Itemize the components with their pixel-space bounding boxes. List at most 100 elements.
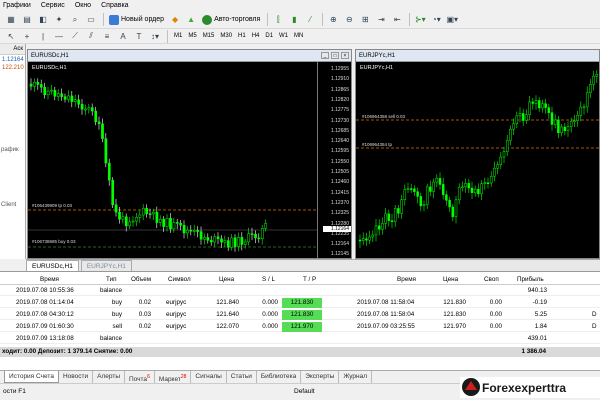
candle [473, 188, 477, 193]
table-row[interactable]: 2019.07.08 10:55:36 balance 940.13 [0, 286, 600, 296]
tab-terminal-8[interactable]: Эксперты [301, 371, 340, 383]
col-header-symbol[interactable]: Символ [168, 275, 191, 285]
cursor-icon[interactable]: ↖ [4, 29, 18, 43]
ask-value[interactable]: 1.12164 [0, 55, 25, 65]
tab-terminal-6[interactable]: Статьи [227, 371, 257, 383]
signals-icon[interactable]: ▲ [184, 13, 198, 27]
timeframe-m5[interactable]: M5 [185, 31, 199, 42]
tab-terminal-0[interactable]: История Счета [4, 371, 59, 383]
candle [358, 239, 362, 242]
candlestick-icon[interactable]: ▮ [287, 13, 301, 27]
cell-extra [592, 286, 600, 296]
label-icon[interactable]: T [132, 29, 146, 43]
maximize-button[interactable]: □ [331, 52, 339, 59]
col-header-profit[interactable]: Прибыль [517, 275, 544, 285]
tab-chart-eurusd[interactable]: EURUSDc,H1 [26, 260, 79, 271]
col-header-close-time[interactable]: Время [397, 275, 416, 285]
close-button[interactable]: × [341, 52, 349, 59]
cell-tp [282, 334, 322, 344]
col-header-volume[interactable]: Объем [131, 275, 151, 285]
tab-terminal-2[interactable]: Алерты [93, 371, 125, 383]
menu-window[interactable]: Окно [75, 2, 91, 9]
cell-profit: -0.19 [532, 299, 547, 306]
data-window-icon[interactable]: ⌕ [68, 13, 82, 27]
table-row[interactable]: 2019.07.08 01:14:04 buy 0.02 eurjpyc 121.840… [0, 298, 600, 308]
cell-type: buy [111, 311, 122, 318]
tab-terminal-1[interactable]: Новости [59, 371, 94, 383]
col-header-price[interactable]: Цена [219, 275, 234, 285]
menu-help[interactable]: Справка [101, 2, 128, 9]
menu-charts[interactable]: Графики [3, 2, 31, 9]
col-header-close-price[interactable]: Цена [443, 275, 458, 285]
chart-window-eurusd[interactable]: EURUSDc,H1 _ □ × EURUSDc,H1 #106439909 t… [27, 49, 352, 259]
terminal-app: Графики Сервис Окно Справка ▦ ▤ ◧ ✦ ⌕ ▭ … [0, 0, 600, 400]
timeframe-m30[interactable]: M30 [217, 31, 235, 42]
trendline-icon[interactable]: ⟋ [68, 29, 82, 43]
timeframe-h1[interactable]: H1 [235, 31, 249, 42]
timeframe-w1[interactable]: W1 [276, 31, 291, 42]
cell-close-time [357, 286, 417, 296]
timeframe-h4[interactable]: H4 [249, 31, 263, 42]
table-row[interactable]: 2019.07.09 13:18:08 balance 439.01 [0, 334, 600, 344]
minimize-button[interactable]: _ [321, 52, 329, 59]
vertical-line-icon[interactable]: | [36, 29, 50, 43]
timeframe-m1[interactable]: M1 [171, 31, 185, 42]
summary-row[interactable]: ходит: 0.00 Депозит: 1 379.14 Снятие: 0.… [0, 347, 600, 357]
arrows-icon[interactable]: ↕▾ [148, 29, 162, 43]
periods-icon[interactable]: ◔▾ [429, 13, 443, 27]
autoscroll-icon[interactable]: ⇥ [374, 13, 388, 27]
col-header-swap[interactable]: Своп [484, 275, 499, 285]
tab-terminal-9[interactable]: Журнал [339, 371, 373, 383]
autotrade-button[interactable]: Авто-торговля [200, 13, 262, 27]
templates-icon[interactable]: ▣▾ [445, 13, 459, 27]
terminal-icon[interactable]: ▭ [84, 13, 98, 27]
indicators-icon[interactable]: ⊱▾ [413, 13, 427, 27]
candle [114, 204, 118, 213]
candle [247, 233, 251, 243]
candle [435, 178, 439, 183]
tab-terminal-3[interactable]: Почта6 [125, 371, 155, 383]
chart-shift-icon[interactable]: ⇤ [390, 13, 404, 27]
new-order-button[interactable]: Новый ордер [107, 13, 166, 27]
timeframe-d1[interactable]: D1 [262, 31, 276, 42]
timeframe-mn[interactable]: MN [291, 31, 306, 42]
tab-terminal-5[interactable]: Сигналы [191, 371, 227, 383]
new-chart-icon[interactable]: ▦ [4, 13, 18, 27]
market-watch-icon[interactable]: ◧ [36, 13, 50, 27]
col-header-type[interactable]: Тип [106, 275, 117, 285]
table-row[interactable]: 2019.07.09 01:60:30 sell 0.02 eurjpyc 122.07… [0, 322, 600, 332]
zoom-out-icon[interactable]: ⊖ [342, 13, 356, 27]
crosshair-icon[interactable]: + [20, 29, 34, 43]
text-icon[interactable]: A [116, 29, 130, 43]
candle [438, 178, 442, 185]
col-header-sl[interactable]: S / L [262, 275, 275, 285]
bar-chart-icon[interactable]: ⫿ [271, 13, 285, 27]
col-header-time[interactable]: Время [40, 275, 59, 285]
horizontal-line-icon[interactable]: — [52, 29, 66, 43]
chart-plot-area[interactable]: EURUSDc,H1 #106439909 tp 0.03 #106738685… [28, 62, 351, 258]
chart-window-eurjpy[interactable]: EURJPYc,H1 EURJPYc,H1 #106964358 sell 0.… [355, 49, 600, 259]
navigator-icon[interactable]: ✦ [52, 13, 66, 27]
profiles-icon[interactable]: ▤ [20, 13, 34, 27]
line-chart-icon[interactable]: ⁄ [303, 13, 317, 27]
candle [145, 207, 149, 214]
candle [70, 95, 74, 102]
tab-chart-eurjpy[interactable]: EURJPYc,H1 [80, 260, 132, 271]
candle [36, 81, 40, 85]
table-row[interactable]: 2019.07.08 04:30:12 buy 0.03 eurjpyc 121.640… [0, 310, 600, 320]
col-header-tp[interactable]: T / P [303, 275, 316, 285]
ask-value-2[interactable]: 122.210 [0, 65, 25, 71]
candle [480, 183, 483, 195]
tab-terminal-7[interactable]: Библиотека [257, 371, 302, 383]
ask-column-header[interactable]: Аск [0, 44, 25, 55]
candle [206, 237, 210, 241]
metaeditor-icon[interactable]: ◆ [168, 13, 182, 27]
fibonacci-icon[interactable]: ≡ [100, 29, 114, 43]
channel-icon[interactable]: ⫽ [84, 29, 98, 43]
timeframe-m15[interactable]: M15 [200, 31, 218, 42]
menu-tools[interactable]: Сервис [41, 2, 65, 9]
tab-terminal-4[interactable]: Маркет28 [155, 371, 192, 383]
zoom-in-icon[interactable]: ⊕ [326, 13, 340, 27]
tile-windows-icon[interactable]: ⊞ [358, 13, 372, 27]
chart-plot-area[interactable]: EURJPYc,H1 #106964358 sell 0.03 #1069643… [356, 62, 599, 258]
